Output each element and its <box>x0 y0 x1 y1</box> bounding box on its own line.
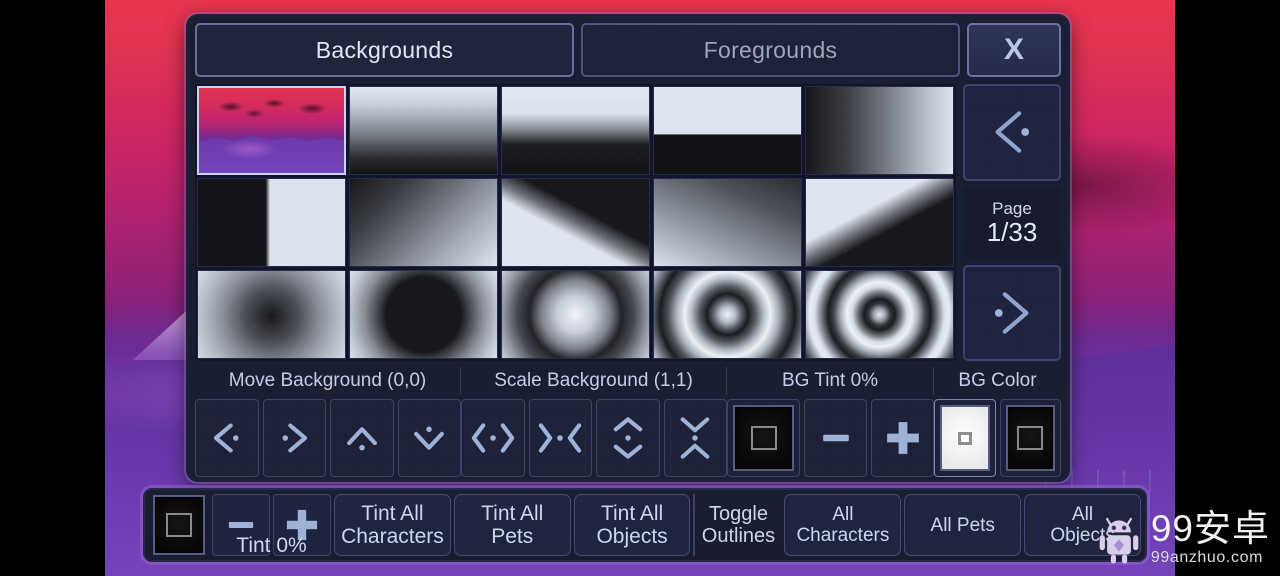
contract-vertical-icon <box>672 413 718 463</box>
bg-color-white-button[interactable] <box>934 399 996 477</box>
thumbnail-gradient-diagonal-dark-light[interactable] <box>349 178 498 267</box>
scale-expand-vertical-button[interactable] <box>596 399 660 477</box>
letterbox-left <box>0 0 105 576</box>
move-left-button[interactable] <box>195 399 259 477</box>
expand-horizontal-icon <box>467 417 519 459</box>
bg-color-label: BG Color <box>958 370 1037 391</box>
arrow-left-dot-icon <box>204 417 250 459</box>
arrow-right-dot-icon <box>271 417 317 459</box>
thumbnail-radial-dark-disc-hard[interactable] <box>349 270 498 359</box>
thumbnail-radial-dark-center-soft[interactable] <box>197 270 346 359</box>
tint-all-characters-button[interactable]: Tint All Characters <box>334 494 451 556</box>
site-watermark: 99安卓 99anzhuo.com <box>1096 510 1270 568</box>
bg-tint-group <box>727 399 934 477</box>
thumbnail-split-vertical-black-white[interactable] <box>197 178 346 267</box>
thumbnail-grid <box>195 84 956 361</box>
tab-backgrounds-label: Backgrounds <box>315 36 454 63</box>
control-buttons-row <box>195 399 1061 477</box>
watermark-sub-text: 99anzhuo.com <box>1150 549 1264 566</box>
toggle-outlines-label: Toggle Outlines <box>693 494 781 556</box>
tab-foregrounds[interactable]: Foregrounds <box>581 23 960 77</box>
page-indicator: Page 1/33 <box>963 186 1061 259</box>
scale-contract-horizontal-button[interactable] <box>528 399 592 477</box>
bg-tint-increase-button[interactable] <box>871 399 934 477</box>
move-up-button[interactable] <box>330 399 394 477</box>
outline-all-characters-button[interactable]: All Characters <box>784 494 902 556</box>
watermark-text: 99安卓 99anzhuo.com <box>1151 510 1270 568</box>
move-background-group <box>195 399 461 477</box>
color-swatch-dark-icon <box>153 495 205 555</box>
thumbnail-gradient-sharp-white-to-black[interactable] <box>501 86 650 175</box>
control-headers: Move Background (0,0) Scale Background (… <box>195 367 1061 395</box>
move-right-button[interactable] <box>262 399 326 477</box>
thumbnail-concentric-rings-two[interactable] <box>653 270 802 359</box>
thumbnail-concentric-rings-three[interactable] <box>805 270 954 359</box>
thumbnail-gradient-black-to-white-horizontal[interactable] <box>805 86 954 175</box>
arrow-up-dot-icon <box>339 417 385 459</box>
thumbnail-split-diagonal-white-black-down[interactable] <box>805 178 954 267</box>
background-picker-dialog: Backgrounds Foregrounds X Page 1/33 Move… <box>186 14 1070 482</box>
move-background-label: Move Background (0,0) <box>195 367 461 395</box>
thumbnail-gradient-diagonal-soft[interactable] <box>653 178 802 267</box>
chevron-left-dot-icon <box>982 105 1042 159</box>
bg-color-group <box>934 399 1061 477</box>
chevron-right-dot-icon <box>982 286 1042 340</box>
color-swatch-white-icon <box>940 405 990 471</box>
tab-foregrounds-label: Foregrounds <box>703 36 838 63</box>
bg-tint-swatch-button[interactable] <box>727 399 800 477</box>
tint-all-objects-button[interactable]: Tint All Objects <box>573 494 691 556</box>
previous-page-button[interactable] <box>963 84 1061 181</box>
minus-icon <box>222 506 260 544</box>
tint-toolbar: Tint 0% Tint All Characters Tint All Pet… <box>143 488 1147 562</box>
minus-icon <box>816 418 856 458</box>
scale-background-label: Scale Background (1,1) <box>461 367 727 395</box>
thumbnail-gradient-white-to-black-vertical[interactable] <box>349 86 498 175</box>
plus-icon <box>881 416 925 460</box>
tab-backgrounds[interactable]: Backgrounds <box>195 23 574 77</box>
tab-bar: Backgrounds Foregrounds X <box>195 23 1061 77</box>
contract-horizontal-icon <box>534 417 586 459</box>
thumbnail-split-diagonal-black-white-up[interactable] <box>501 178 650 267</box>
scale-expand-horizontal-button[interactable] <box>461 399 525 477</box>
tint-stepper: Tint 0% <box>212 494 331 557</box>
plus-icon <box>281 504 323 546</box>
dialog-body: Page 1/33 <box>195 84 1061 361</box>
color-swatch-black-icon <box>1005 405 1055 471</box>
android-robot-icon <box>1096 513 1142 565</box>
watermark-main-text: 99安卓 <box>1150 508 1270 549</box>
outline-all-pets-button[interactable]: All Pets <box>904 494 1022 556</box>
move-down-button[interactable] <box>397 399 461 477</box>
tint-decrease-button[interactable] <box>212 494 270 556</box>
page-value: 1/33 <box>986 217 1038 247</box>
next-page-button[interactable] <box>963 264 1061 361</box>
page-label: Page <box>992 199 1032 218</box>
bg-tint-decrease-button[interactable] <box>804 399 867 477</box>
arrow-down-dot-icon <box>406 417 452 459</box>
bg-tint-label: BG Tint 0% <box>727 367 934 395</box>
expand-vertical-icon <box>605 413 651 463</box>
thumbnail-split-horizontal-white-black[interactable] <box>653 86 802 175</box>
tint-all-pets-button[interactable]: Tint All Pets <box>453 494 571 556</box>
thumbnail-radial-light-center-ring[interactable] <box>501 270 650 359</box>
close-icon: X <box>1003 33 1024 66</box>
color-swatch-dark-icon <box>733 405 794 471</box>
pager-column: Page 1/33 <box>963 84 1061 361</box>
letterbox-right <box>1175 0 1280 576</box>
thumbnail-landscape-purple-sunset[interactable] <box>197 86 346 175</box>
close-button[interactable]: X <box>967 23 1061 77</box>
tint-increase-button[interactable] <box>273 494 331 556</box>
scale-background-group <box>461 399 727 477</box>
scale-contract-vertical-button[interactable] <box>663 399 727 477</box>
tint-swatch-button[interactable] <box>149 494 209 556</box>
bg-color-black-button[interactable] <box>999 399 1061 477</box>
